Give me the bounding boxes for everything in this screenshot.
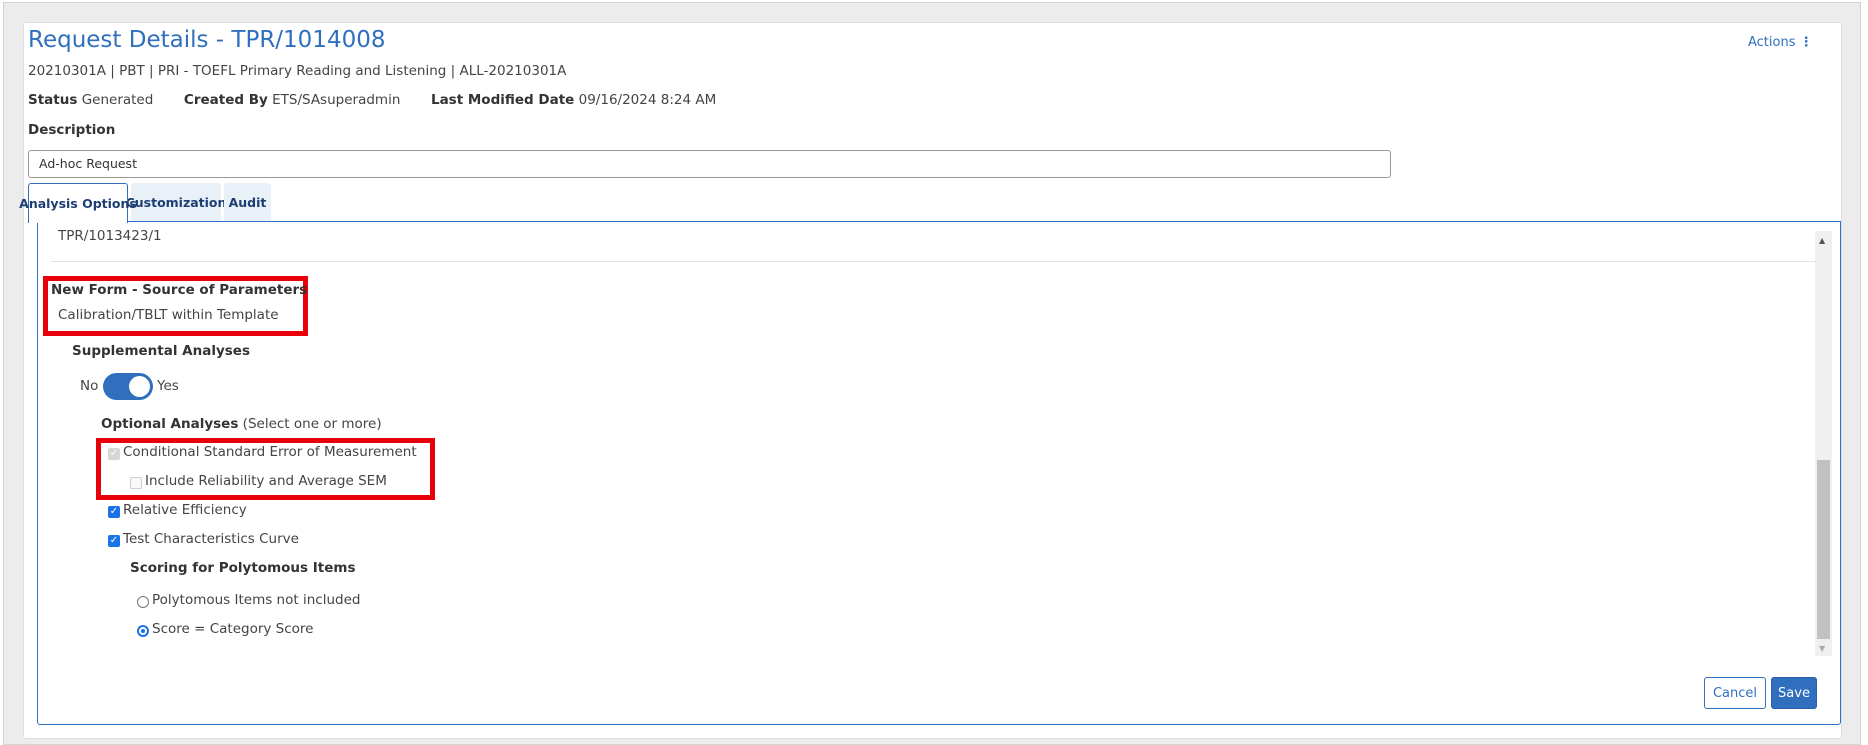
page-title: Request Details - TPR/1014008 bbox=[28, 27, 386, 53]
divider bbox=[51, 261, 1815, 262]
cancel-button[interactable]: Cancel bbox=[1704, 677, 1766, 709]
tab-audit[interactable]: Audit bbox=[224, 183, 271, 222]
last-modified-label: Last Modified Date bbox=[430, 92, 575, 108]
relative-efficiency-label: Relative Efficiency bbox=[123, 502, 247, 518]
scoring-heading: Scoring for Polytomous Items bbox=[130, 560, 356, 576]
supplemental-toggle[interactable] bbox=[103, 373, 153, 400]
source-value: Calibration/TBLT within Template bbox=[58, 307, 279, 323]
source-heading: New Form - Source of Parameters bbox=[51, 282, 308, 298]
tcc-checkbox[interactable]: ✓ bbox=[108, 535, 120, 547]
status-line: Status Generated Created By ETS/SAsupera… bbox=[28, 92, 716, 108]
reliability-label: Include Reliability and Average SEM bbox=[145, 473, 387, 489]
toggle-off-label: No bbox=[80, 378, 99, 394]
created-by-value: ETS/SAsuperadmin bbox=[272, 92, 401, 108]
description-label: Description bbox=[28, 122, 116, 138]
actions-label: Actions bbox=[1748, 35, 1796, 50]
csem-label: Conditional Standard Error of Measuremen… bbox=[123, 444, 417, 460]
optional-heading-text: Optional Analyses bbox=[101, 416, 239, 432]
toggle-knob bbox=[129, 376, 150, 397]
description-input[interactable]: Ad-hoc Request bbox=[28, 150, 1391, 178]
optional-hint: (Select one or more) bbox=[242, 416, 382, 432]
polytomous-not-included-radio[interactable] bbox=[137, 596, 149, 608]
status-value: Generated bbox=[81, 92, 154, 108]
polytomous-not-included-label: Polytomous Items not included bbox=[152, 592, 361, 608]
tab-analysis-options[interactable]: Analysis Options bbox=[19, 183, 137, 223]
kebab-vertical-icon: ⋮ bbox=[1799, 35, 1813, 50]
created-by-label: Created By bbox=[183, 92, 268, 108]
reliability-checkbox[interactable] bbox=[130, 477, 142, 489]
actions-menu-button[interactable]: Actions ⋮ bbox=[1748, 35, 1813, 50]
status-label: Status bbox=[28, 92, 78, 108]
scroll-down-arrow-icon[interactable]: ▼ bbox=[1819, 644, 1825, 653]
category-score-radio[interactable] bbox=[137, 625, 149, 637]
supplemental-heading: Supplemental Analyses bbox=[72, 343, 250, 359]
tab-customization[interactable]: Customization bbox=[126, 183, 226, 222]
scrollbar-thumb[interactable] bbox=[1817, 460, 1830, 639]
toggle-on-label: Yes bbox=[157, 378, 179, 394]
category-score-label: Score = Category Score bbox=[152, 621, 314, 637]
tcc-label: Test Characteristics Curve bbox=[123, 531, 299, 547]
last-modified-value: 09/16/2024 8:24 AM bbox=[578, 92, 717, 108]
save-button[interactable]: Save bbox=[1771, 677, 1817, 709]
scroll-up-arrow-icon[interactable]: ▲ bbox=[1819, 236, 1825, 245]
reference-id: TPR/1013423/1 bbox=[58, 228, 162, 244]
request-subtitle: 20210301A | PBT | PRI - TOEFL Primary Re… bbox=[28, 63, 567, 79]
csem-checkbox[interactable]: ✓ bbox=[108, 448, 120, 460]
optional-heading: Optional Analyses (Select one or more) bbox=[101, 416, 382, 432]
relative-efficiency-checkbox[interactable]: ✓ bbox=[108, 506, 120, 518]
